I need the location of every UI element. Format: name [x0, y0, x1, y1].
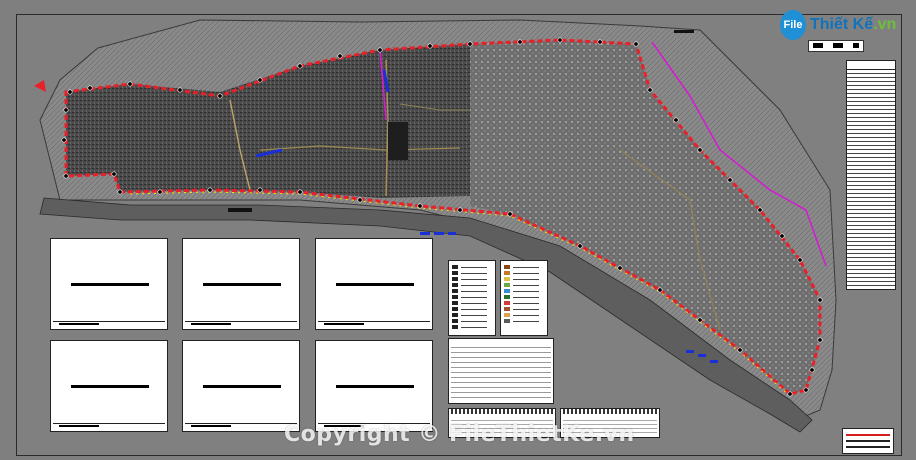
sheet-thumbnail-3[interactable] — [315, 238, 433, 330]
scale-bar-icon — [808, 40, 864, 52]
logo-text: Thiết Kế.vn — [810, 16, 897, 33]
blue-marker-3 — [420, 232, 430, 235]
sheet-thumbnail-4[interactable] — [50, 340, 168, 432]
blue-marker-5 — [448, 232, 456, 235]
sheet-thumbnail-1[interactable] — [50, 238, 168, 330]
bridge-symbol — [228, 208, 252, 212]
sheet-thumbnail-2[interactable] — [182, 238, 300, 330]
coordinate-table-rows — [847, 70, 895, 288]
legend-landuse — [500, 260, 548, 336]
site-logo: File Thiết Kế.vn — [780, 10, 896, 40]
coordinate-table-header — [847, 61, 895, 70]
title-block — [842, 428, 894, 454]
legend-symbols — [448, 260, 496, 336]
arrow-icon — [34, 80, 46, 92]
public-block — [388, 122, 408, 160]
coordinate-table — [846, 60, 896, 290]
sheet-thumbnail-5[interactable] — [182, 340, 300, 432]
sheet-thumbnail-6[interactable] — [315, 340, 433, 432]
land-use-table — [448, 338, 554, 404]
blue-marker-6 — [686, 350, 694, 353]
blue-marker-7 — [698, 354, 706, 357]
bridge-symbol-2 — [674, 30, 694, 33]
blue-marker-8 — [710, 360, 718, 363]
logo-mark: File — [780, 10, 806, 40]
copyright-watermark: Copyright © FileThietKe.vn — [284, 422, 635, 447]
blue-marker-4 — [434, 232, 444, 235]
